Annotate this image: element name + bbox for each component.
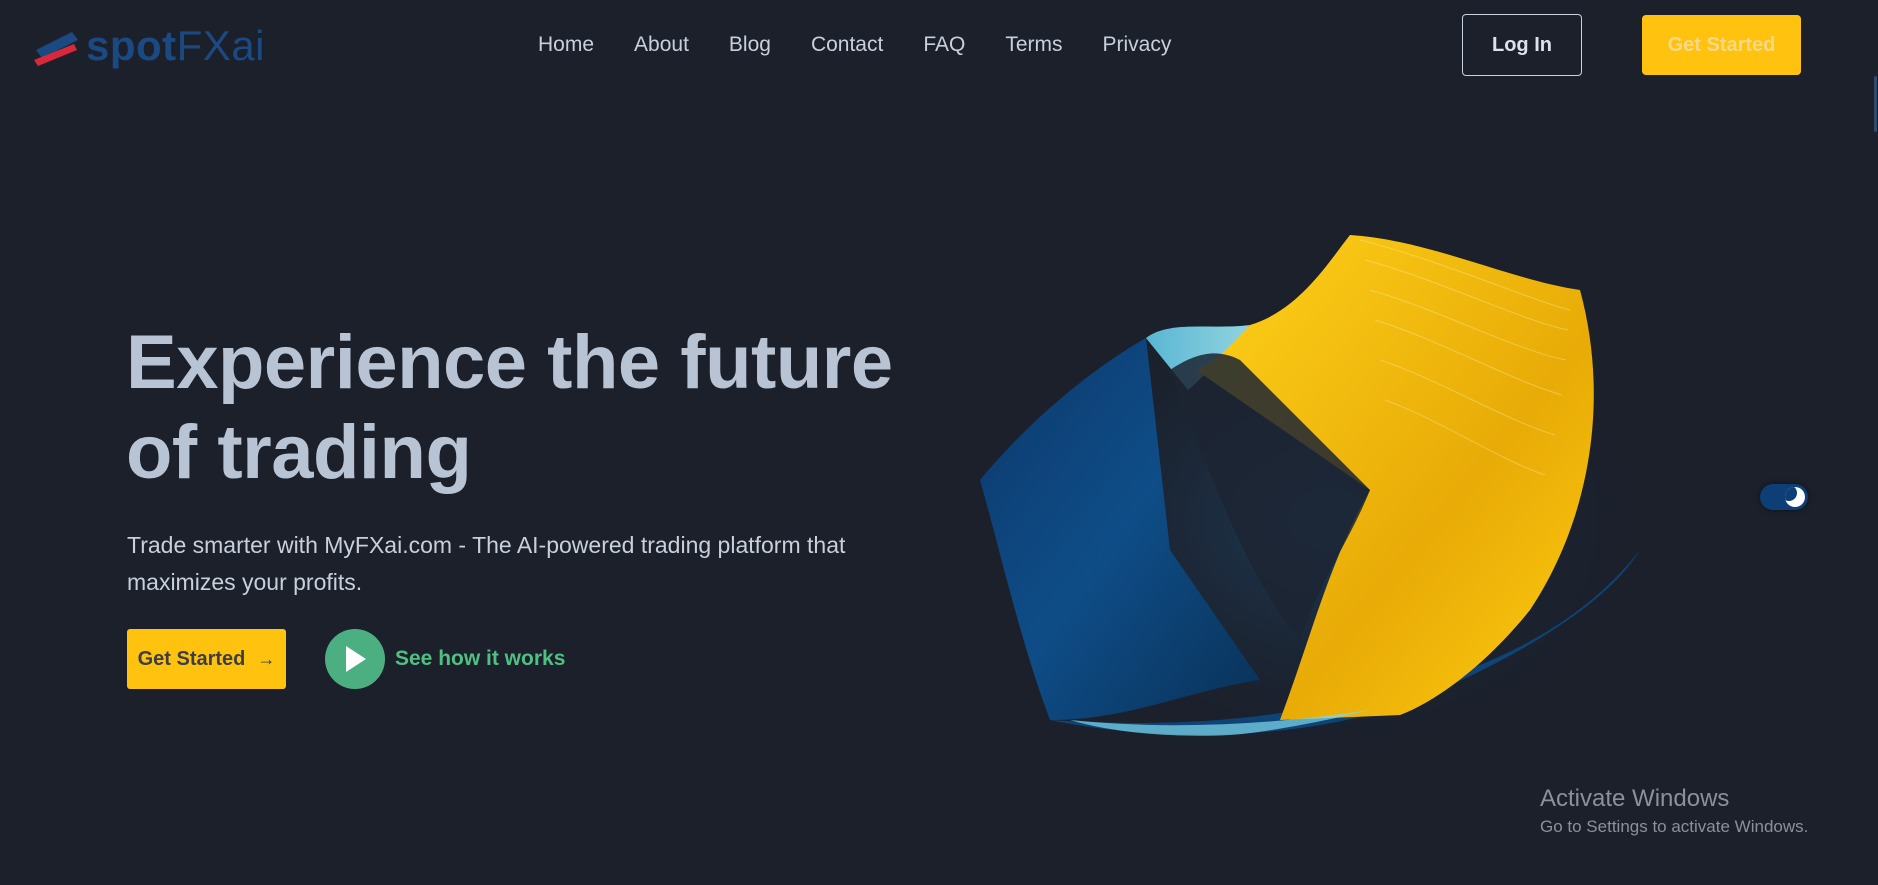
login-button[interactable]: Log In [1462, 14, 1582, 76]
logo-text: spotFXai [86, 25, 265, 67]
logo-part1: spot [86, 22, 177, 69]
arrow-right-icon: → [257, 648, 276, 669]
moon-icon [1785, 487, 1805, 507]
nav-blog[interactable]: Blog [729, 31, 771, 59]
see-how-it-works-label: See how it works [395, 647, 566, 670]
nav-about[interactable]: About [634, 31, 689, 59]
see-how-it-works-link[interactable]: See how it works [325, 629, 565, 689]
logo-part2: FXai [176, 22, 266, 69]
play-icon [346, 646, 366, 672]
theme-toggle[interactable] [1760, 484, 1808, 510]
scroll-indicator[interactable] [1874, 76, 1877, 132]
nav-home[interactable]: Home [538, 31, 594, 59]
nav-terms[interactable]: Terms [1005, 31, 1062, 59]
nav-faq[interactable]: FAQ [923, 31, 965, 59]
windows-activation-watermark: Activate Windows Go to Settings to activ… [1540, 785, 1808, 841]
play-button[interactable] [325, 629, 385, 689]
hero-get-started-button[interactable]: Get Started → [127, 629, 286, 689]
hero-subtitle: Trade smarter with MyFXai.com - The AI-p… [127, 532, 846, 595]
header-get-started-button[interactable]: Get Started [1642, 15, 1801, 75]
main-nav: Home About Blog Contact FAQ Terms Privac… [538, 31, 1171, 59]
hero-title: Experience the future of trading [126, 320, 893, 495]
nav-privacy[interactable]: Privacy [1103, 31, 1172, 59]
watermark-title: Activate Windows [1540, 785, 1730, 812]
logo-stripes-icon [34, 32, 78, 66]
nav-contact[interactable]: Contact [811, 31, 883, 59]
hero-ribbon-illustration [980, 235, 1660, 760]
logo[interactable]: spotFXai [32, 22, 265, 70]
watermark-subtitle: Go to Settings to activate Windows. [1540, 817, 1809, 836]
hero-get-started-label: Get Started [137, 647, 246, 670]
